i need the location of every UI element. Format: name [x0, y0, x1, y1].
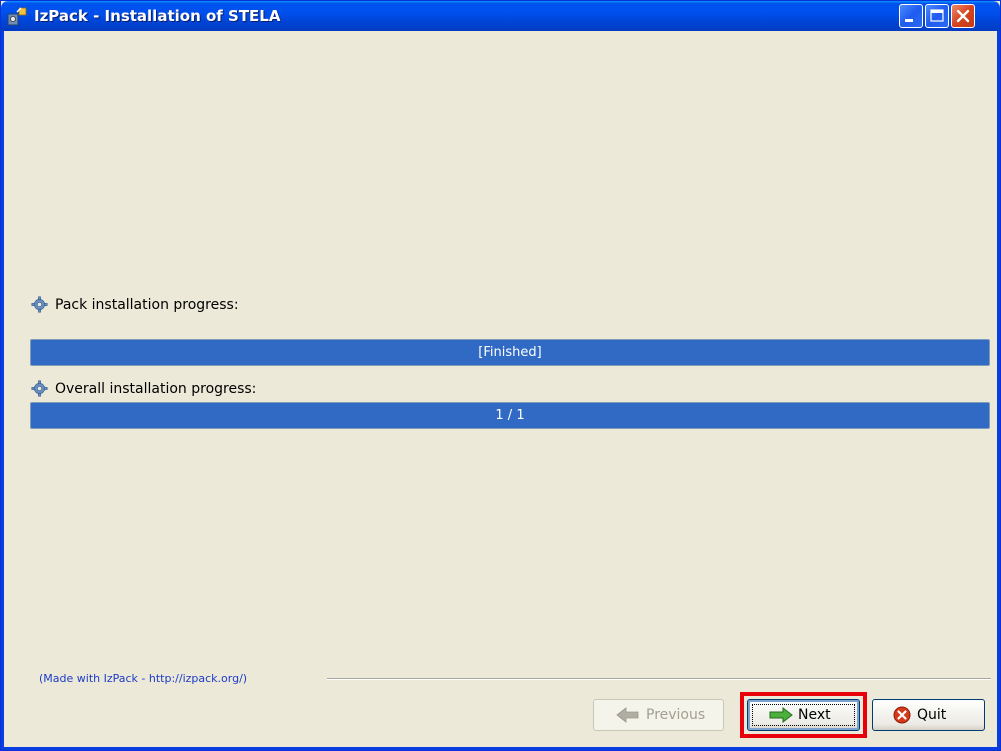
minimize-button[interactable] [899, 4, 923, 28]
made-with-link[interactable]: (Made with IzPack - http://izpack.org/) [39, 672, 247, 685]
gear-icon [31, 380, 48, 397]
quit-label: Quit [917, 707, 947, 723]
next-button-highlight [740, 692, 867, 738]
maximize-icon [930, 9, 944, 22]
previous-label: Previous [646, 707, 706, 723]
arrow-left-icon [616, 707, 639, 723]
quit-x-icon [893, 706, 911, 724]
window-title: IzPack - Installation of STELA [34, 7, 281, 25]
minimize-icon [905, 19, 913, 22]
overall-progress-bar: 1 / 1 [30, 402, 990, 429]
gear-icon [31, 296, 48, 313]
installer-window: IzPack - Installation of STELA Pack inst… [0, 0, 1001, 751]
window-frame-left [1, 31, 4, 750]
close-button[interactable] [951, 4, 975, 28]
window-frame-right [997, 31, 1000, 750]
maximize-button[interactable] [925, 4, 949, 28]
pack-progress-label: Pack installation progress: [55, 297, 239, 313]
footer-separator [327, 678, 991, 680]
title-bar[interactable]: IzPack - Installation of STELA [1, 1, 1000, 31]
close-icon [956, 9, 970, 23]
quit-button[interactable]: Quit [872, 699, 985, 731]
izpack-app-icon [7, 7, 27, 26]
overall-progress-text: 1 / 1 [495, 408, 525, 423]
window-frame-bottom [1, 747, 1000, 750]
previous-button[interactable]: Previous [593, 699, 724, 731]
pack-progress-text: [Finished] [478, 345, 542, 360]
overall-progress-label: Overall installation progress: [55, 381, 257, 397]
pack-progress-bar: [Finished] [30, 339, 990, 366]
